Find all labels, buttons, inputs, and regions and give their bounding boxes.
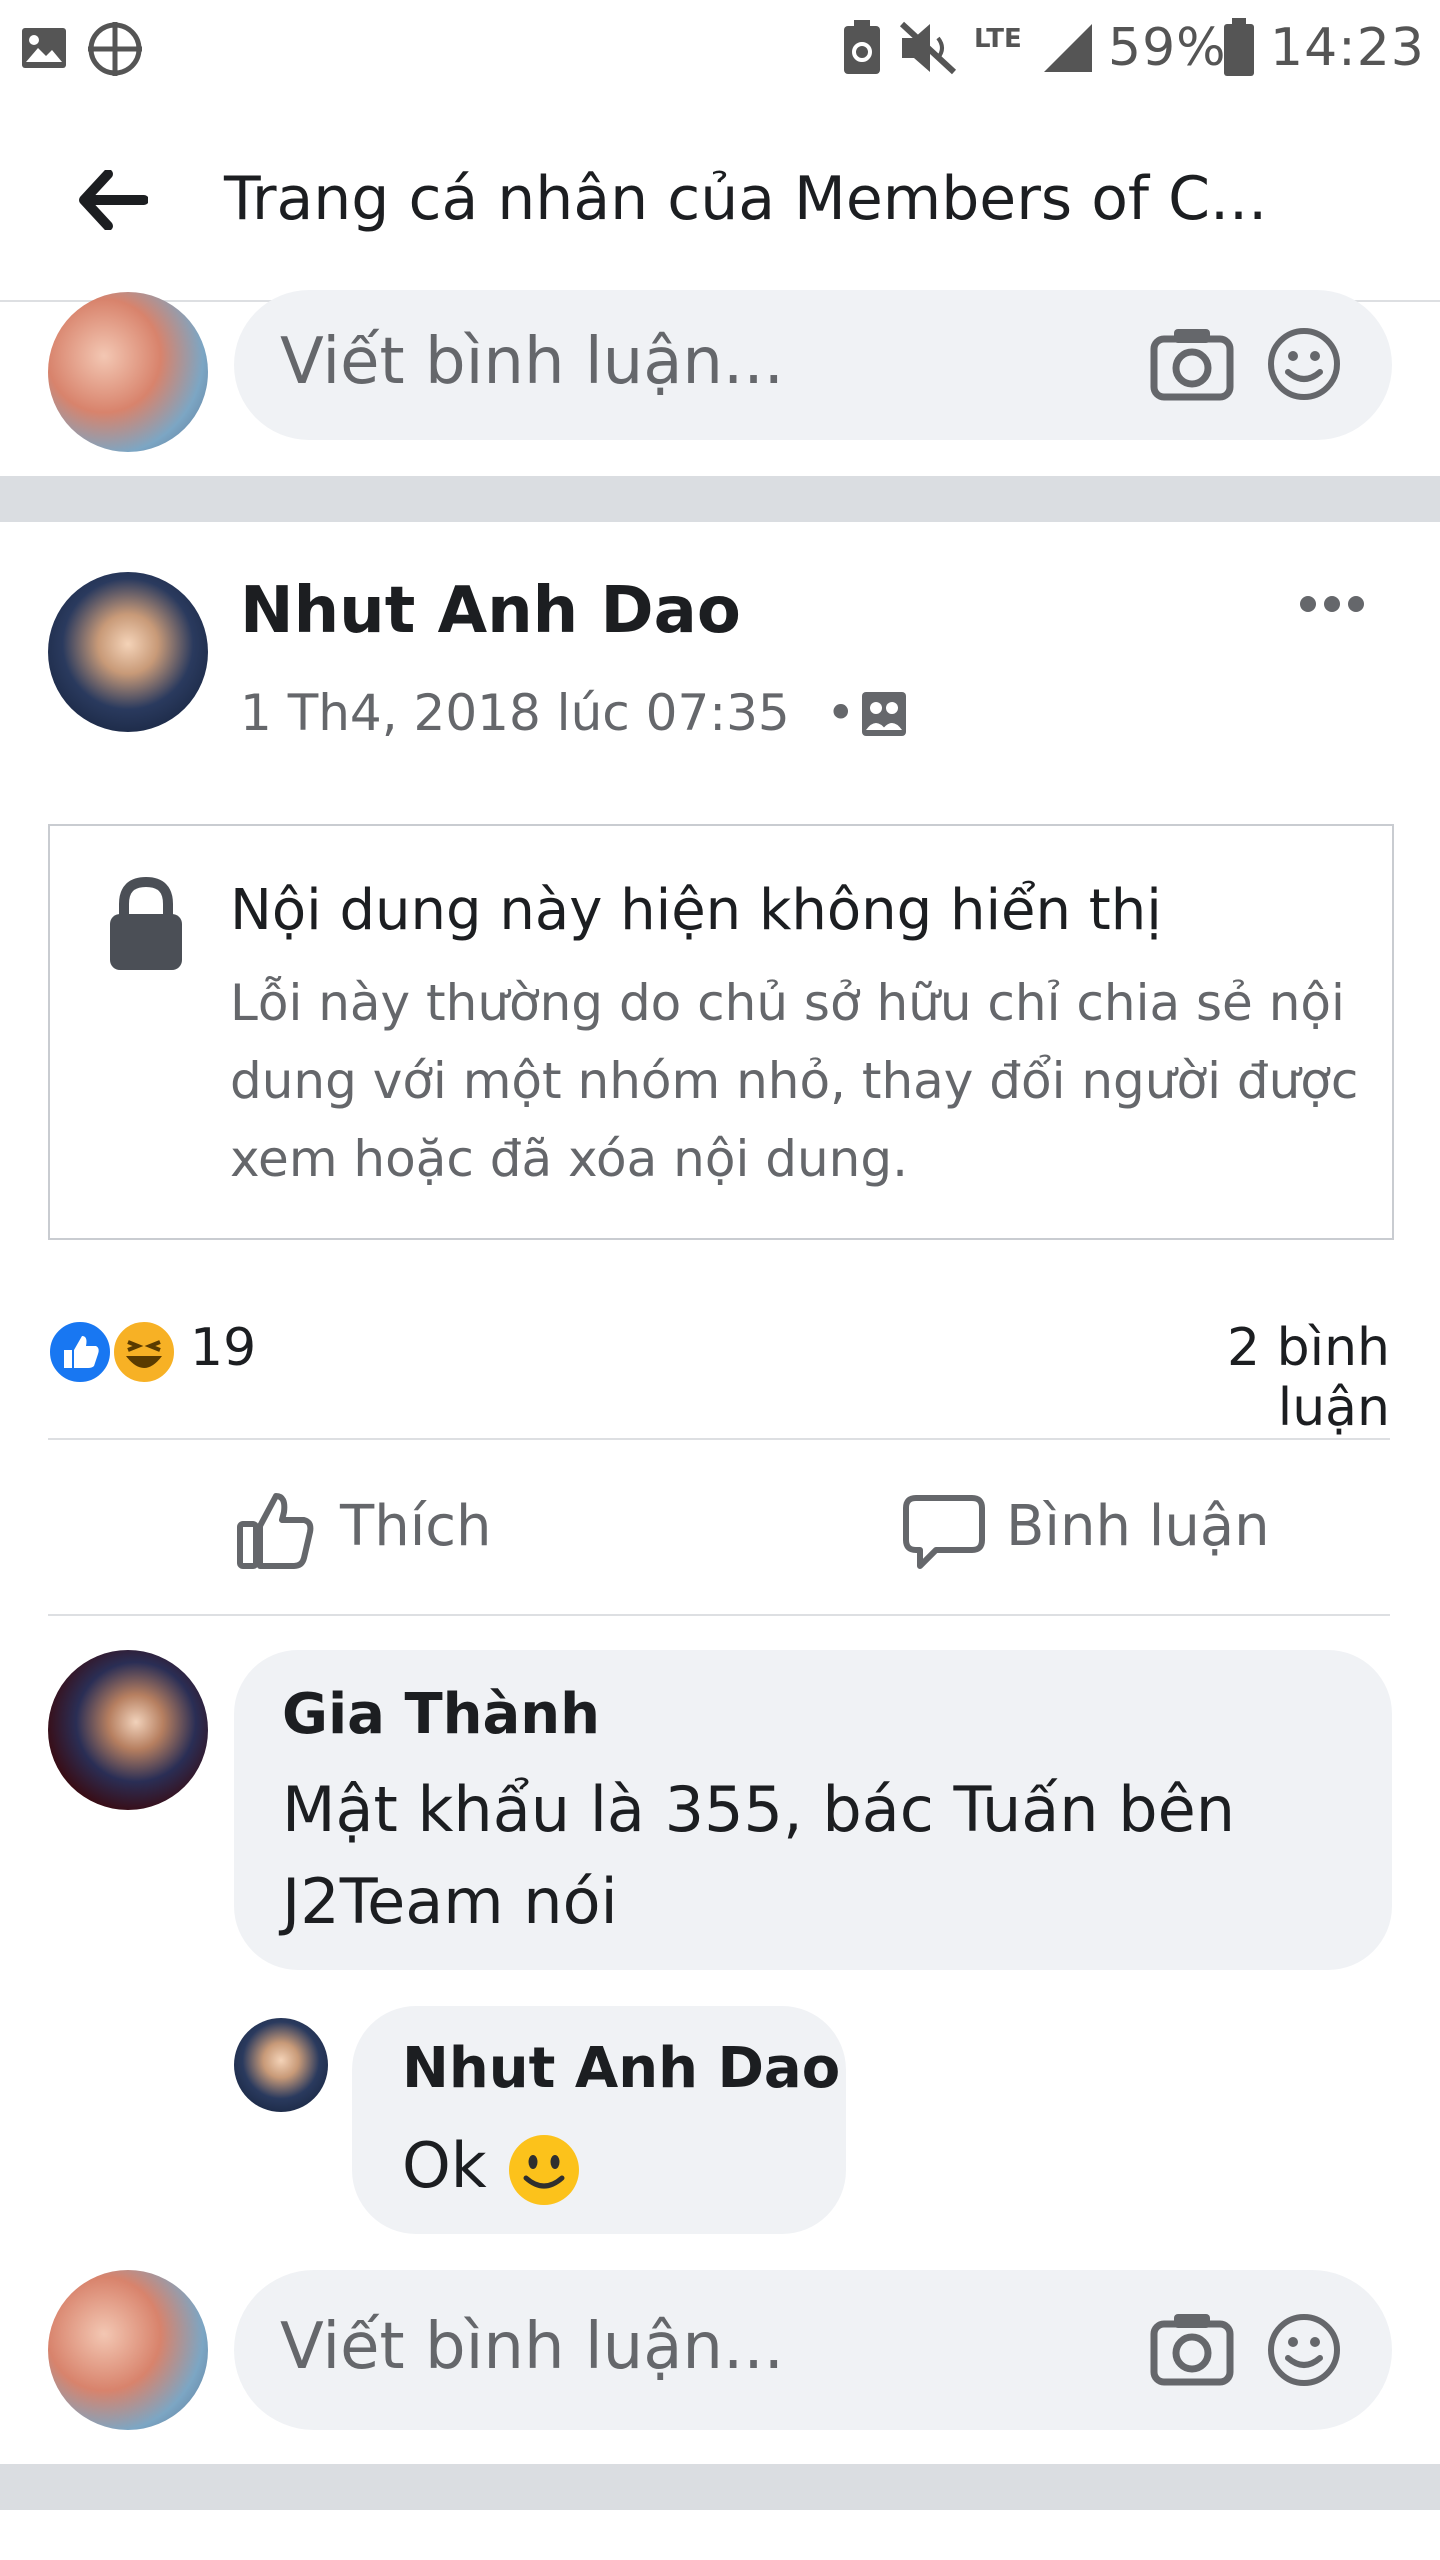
section-separator-bottom [0,2464,1440,2510]
smile-emoji-icon [509,2135,579,2205]
signal-icon [1044,24,1092,72]
emoji-icon[interactable] [1266,326,1342,402]
reaction-count[interactable]: 19 [190,1318,256,1378]
group-audience-icon [862,692,906,736]
lte-label: LTE [974,24,1022,54]
haha-reaction-icon[interactable] [110,1318,178,1386]
reply-author-avatar[interactable] [234,2018,328,2112]
reply-author-name[interactable]: Nhut Anh Dao [402,2036,840,2101]
like-thumb-icon [237,1493,314,1569]
page-title: Trang cá nhân của Members of C... [224,164,1268,234]
like-button[interactable]: Thích [220,1470,520,1590]
mute-icon [899,21,957,75]
lock-icon [110,876,182,970]
battery-icon [1224,18,1254,76]
more-options-icon[interactable] [1296,592,1368,616]
camera-icon[interactable] [1150,325,1234,401]
post-author-avatar[interactable] [48,572,208,732]
section-separator [0,476,1440,522]
status-bar: LTE 59% 14:23 [0,0,1440,100]
battery-percent: 59% [1108,18,1227,78]
power-saving-icon [844,20,880,74]
comment-text: Mật khẩu là 355, bác Tuấn bên J2Team nói [282,1773,1236,1938]
reply-text: Ok [402,2129,487,2202]
unavailable-title: Nội dung này hiện không hiển thị [230,878,1162,943]
comment-label: Bình luận [1006,1494,1270,1559]
current-user-avatar-bottom[interactable] [48,2270,208,2430]
camera-icon-bottom[interactable] [1150,2310,1234,2386]
emoji-icon-bottom[interactable] [1266,2312,1342,2388]
location-crosshair-icon [88,22,142,76]
post-author-name[interactable]: Nhut Anh Dao [240,574,741,648]
comment-button[interactable]: Bình luận [896,1470,1296,1590]
comment-input-placeholder-bottom: Viết bình luận... [280,2310,784,2384]
back-arrow-icon[interactable] [78,170,148,230]
actions-divider [48,1614,1390,1616]
comment-input-placeholder: Viết bình luận... [280,325,784,399]
unavailable-description: Lỗi này thường do chủ sở hữu chỉ chia sẻ… [230,974,1359,1188]
comment-author-name[interactable]: Gia Thành [282,1682,600,1747]
clock: 14:23 [1270,18,1425,78]
comment-author-avatar[interactable] [48,1650,208,1810]
comment-count[interactable]: 2 bình luận [1100,1318,1390,1438]
post-timestamp[interactable]: 1 Th4, 2018 lúc 07:35 [240,684,790,742]
gallery-notification-icon [22,28,66,68]
like-reaction-icon[interactable] [46,1318,114,1386]
meta-separator: • [826,684,856,742]
like-label: Thích [340,1494,492,1559]
reactions-divider [48,1438,1390,1440]
current-user-avatar[interactable] [48,292,208,452]
comment-bubble-icon [903,1495,985,1569]
